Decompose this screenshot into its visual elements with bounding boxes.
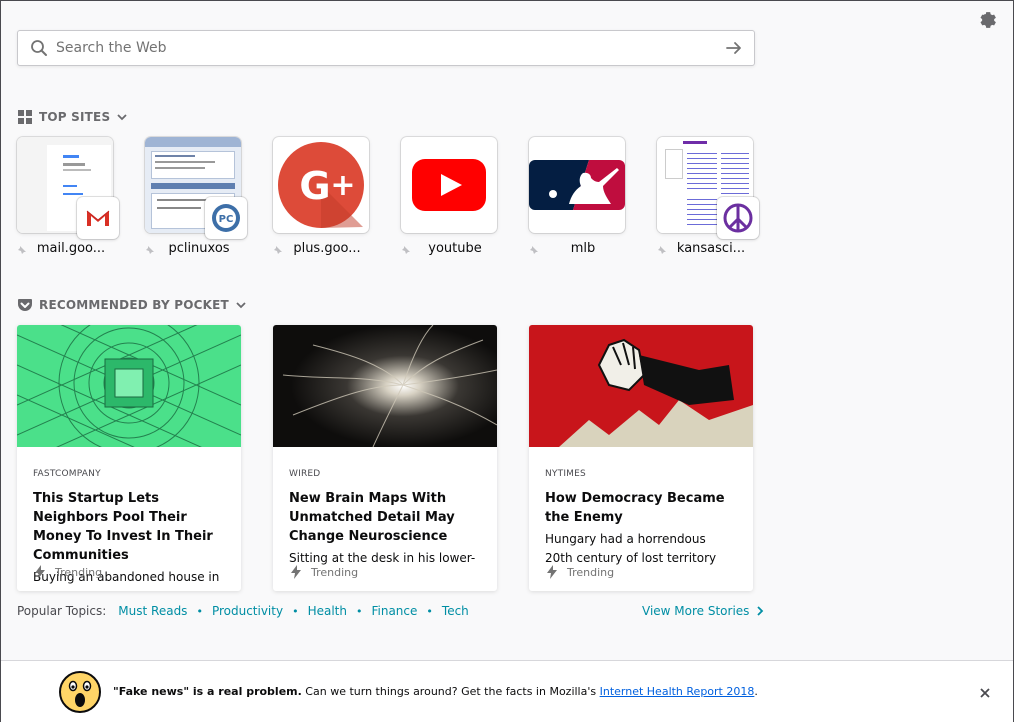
snippet-end: .: [754, 685, 758, 698]
pclinuxos-icon: PC: [205, 197, 247, 239]
pocket-icon: [18, 299, 32, 311]
arrow-right-icon[interactable]: [724, 38, 744, 58]
story-list: FASTCOMPANY This Startup Lets Neighbors …: [17, 325, 753, 591]
story-source: NYTIMES: [545, 469, 586, 479]
view-more-stories-link[interactable]: View More Stories: [642, 604, 765, 618]
snippet-body: Can we turn things around? Get the facts…: [301, 685, 600, 698]
view-more-label: View More Stories: [642, 604, 750, 618]
top-site-tile[interactable]: youtube: [401, 137, 497, 256]
youtube-icon: [412, 159, 486, 211]
story-card[interactable]: FASTCOMPANY This Startup Lets Neighbors …: [17, 325, 241, 591]
svg-text:G: G: [299, 164, 330, 208]
tile-label: plus.goo...: [293, 241, 361, 256]
grid-icon: [18, 110, 32, 124]
trending-bolt-icon: [547, 565, 557, 579]
topic-link[interactable]: Health: [308, 604, 347, 618]
story-source: FASTCOMPANY: [33, 469, 101, 479]
pin-icon: [273, 244, 283, 254]
separator-dot: •: [292, 604, 299, 618]
story-title: This Startup Lets Neighbors Pool Their M…: [33, 491, 213, 563]
peace-icon: [717, 197, 759, 239]
trending-bolt-icon: [35, 565, 45, 579]
snippet-bold: "Fake news" is a real problem.: [113, 685, 302, 698]
snippet-link[interactable]: Internet Health Report 2018: [600, 685, 755, 698]
chevron-right-icon: [757, 606, 764, 616]
top-site-tile[interactable]: PC pclinuxos: [145, 137, 247, 256]
search-input[interactable]: [48, 31, 724, 65]
mlb-icon: [529, 160, 625, 210]
search-icon: [31, 40, 47, 56]
story-image: [17, 325, 241, 496]
site-icon-tile: [401, 137, 497, 233]
top-sites-title: TOP SITES: [39, 110, 111, 124]
snippet-bar: "Fake news" is a real problem. Can we tu…: [1, 660, 1013, 722]
story-card[interactable]: WIRED New Brain Maps With Unmatched Deta…: [273, 325, 497, 591]
topic-link[interactable]: Must Reads: [118, 604, 187, 618]
snippet-text: "Fake news" is a real problem. Can we tu…: [113, 685, 758, 698]
pin-icon: [657, 244, 667, 254]
trending-label: Trending: [55, 565, 103, 579]
popular-topics-label: Popular Topics:: [17, 604, 107, 618]
pin-icon: [145, 244, 155, 254]
site-screenshot: [17, 137, 119, 239]
tile-label: mlb: [570, 241, 596, 256]
close-icon[interactable]: [979, 687, 991, 699]
pocket-title: RECOMMENDED BY POCKET: [39, 298, 229, 312]
settings-gear-icon[interactable]: [977, 9, 997, 29]
separator-dot: •: [196, 604, 203, 618]
tile-label: pclinuxos: [168, 241, 230, 256]
topic-link[interactable]: Finance: [371, 604, 417, 618]
story-excerpt: Hungary had a horrendous 20th century of…: [545, 532, 717, 565]
tile-label: kansasci...: [676, 241, 746, 256]
search-box[interactable]: [17, 30, 755, 66]
gmail-icon: [77, 197, 119, 239]
topic-link[interactable]: Productivity: [212, 604, 283, 618]
trending-label: Trending: [311, 565, 359, 579]
site-screenshot: [657, 137, 759, 239]
story-title: How Democracy Became the Enemy: [545, 491, 725, 525]
site-icon-tile: G +: [273, 137, 369, 233]
top-site-tile[interactable]: kansasci...: [657, 137, 759, 256]
pin-icon: [529, 244, 539, 254]
story-source: WIRED: [289, 469, 321, 479]
site-screenshot: PC: [145, 137, 247, 239]
story-image: [273, 325, 497, 448]
top-sites-list: mail.goo... PC pclinuxos G + plus.goo...…: [17, 137, 759, 256]
story-title: New Brain Maps With Unmatched Detail May…: [289, 491, 455, 544]
svg-text:PC: PC: [219, 214, 234, 225]
popular-topics: Popular Topics: Must Reads • Productivit…: [17, 604, 469, 618]
trending-label: Trending: [567, 565, 615, 579]
top-site-tile[interactable]: mlb: [529, 137, 625, 256]
google-plus-icon: G +: [278, 142, 364, 228]
pocket-header[interactable]: RECOMMENDED BY POCKET: [17, 297, 247, 313]
pin-icon: [17, 244, 27, 254]
chevron-down-icon[interactable]: [235, 299, 247, 311]
story-card[interactable]: NYTIMES How Democracy Became the Enemy H…: [529, 325, 753, 591]
top-site-tile[interactable]: G + plus.goo...: [273, 137, 369, 256]
topic-link[interactable]: Tech: [442, 604, 469, 618]
shocked-face-icon: [59, 670, 101, 713]
pin-icon: [401, 244, 411, 254]
tile-label: mail.goo...: [36, 241, 106, 256]
chevron-down-icon[interactable]: [116, 111, 128, 123]
top-site-tile[interactable]: mail.goo...: [17, 137, 119, 256]
tile-label: youtube: [428, 241, 482, 256]
separator-dot: •: [426, 604, 433, 618]
top-sites-header[interactable]: TOP SITES: [17, 109, 128, 125]
separator-dot: •: [355, 604, 363, 618]
svg-text:+: +: [330, 168, 355, 203]
story-image: [529, 325, 753, 447]
trending-bolt-icon: [291, 565, 301, 579]
site-icon-tile: [529, 137, 625, 233]
